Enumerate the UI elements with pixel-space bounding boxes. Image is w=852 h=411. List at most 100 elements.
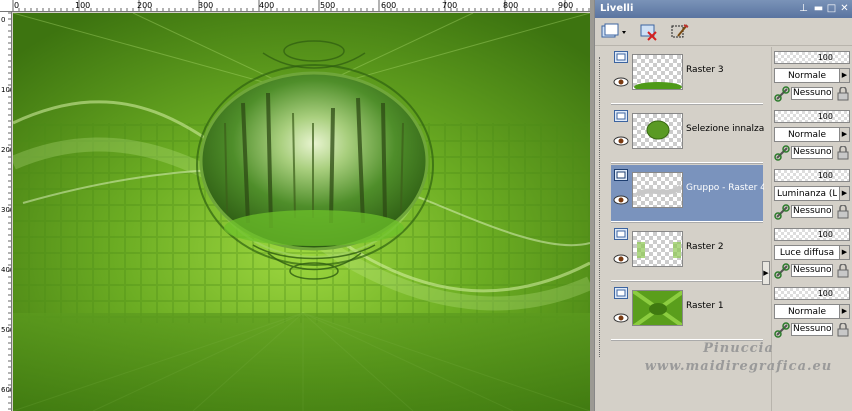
visibility-eye-icon[interactable] [613, 254, 629, 264]
layer-row-gruppo-raster-4[interactable]: Gruppo - Raster 4 [611, 165, 764, 222]
mask-row: Nessuno [774, 322, 850, 338]
vertical-ruler: 0 100 200 300 400 500 600 [0, 12, 12, 411]
edit-selection-icon[interactable] [671, 23, 689, 41]
ruler-label: 400 [259, 1, 274, 10]
layer-props: 100 Luce diffusa ▶ Nessuno [774, 226, 852, 283]
ruler-label: 200 [1, 146, 12, 154]
blend-mode-dropdown[interactable]: Normale ▶ [774, 68, 850, 83]
dropdown-arrow-icon[interactable]: ▶ [839, 69, 849, 82]
ruler-label: 900 [558, 1, 573, 10]
blend-mode-value: Luminanza (L) [777, 189, 837, 199]
link-icon[interactable] [774, 204, 790, 220]
delete-layer-icon[interactable] [640, 23, 658, 41]
layer-name: Gruppo - Raster 4 [686, 183, 764, 193]
ruler-label: 600 [381, 1, 396, 10]
watermark-line2: www.maidiregrafica.eu [644, 359, 833, 374]
blend-mode-dropdown[interactable]: Luminanza (L) ▶ [774, 186, 850, 201]
layer-props: 100 Normale ▶ Nessuno [774, 49, 852, 106]
dropdown-arrow-icon[interactable]: ▶ [839, 246, 849, 259]
visibility-eye-icon[interactable] [613, 313, 629, 323]
blend-mode-value: Normale [787, 130, 827, 140]
palette-titlebar[interactable]: Livelli ⊥ ▬ □ ✕ [595, 0, 852, 18]
ruler-label: 300 [198, 1, 213, 10]
dropdown-arrow-icon[interactable]: ▶ [839, 305, 849, 318]
mask-row: Nessuno [774, 204, 850, 220]
layers-palette: Livelli ⊥ ▬ □ ✕ Raster 3 Selezione innal… [594, 0, 852, 411]
opacity-value: 100 [817, 171, 833, 180]
opacity-slider[interactable]: 100 [774, 287, 850, 300]
link-icon[interactable] [774, 86, 790, 102]
layer-thumbnail [632, 290, 683, 326]
blend-mode-dropdown[interactable]: Luce diffusa ▶ [774, 245, 850, 260]
layer-thumbnail [632, 113, 683, 149]
mask-value: Nessuno [791, 205, 833, 218]
lock-icon[interactable] [836, 264, 850, 278]
blend-mode-value: Luce diffusa [779, 248, 835, 258]
opacity-value: 100 [817, 112, 833, 121]
opacity-slider[interactable]: 100 [774, 51, 850, 64]
opacity-slider[interactable]: 100 [774, 228, 850, 241]
ruler-label: 700 [442, 1, 457, 10]
palette-title: Livelli [600, 3, 634, 14]
canvas-artwork [13, 13, 590, 411]
raster-layer-icon [614, 228, 628, 240]
ruler-label: 500 [320, 1, 335, 10]
layer-props: 100 Luminanza (L) ▶ Nessuno [774, 167, 852, 224]
layer-row-raster-3[interactable]: Raster 3 [611, 47, 763, 104]
link-icon[interactable] [774, 145, 790, 161]
opacity-slider[interactable]: 100 [774, 169, 850, 182]
mask-row: Nessuno [774, 86, 850, 102]
ruler-label: 400 [1, 266, 12, 274]
ruler-label: 200 [137, 1, 152, 10]
blend-mode-value: Normale [787, 71, 827, 81]
visibility-eye-icon[interactable] [613, 136, 629, 146]
dropdown-arrow-icon[interactable]: ▶ [839, 128, 849, 141]
blend-mode-value: Normale [787, 307, 827, 317]
layer-row-raster-2[interactable]: Raster 2 [611, 224, 763, 281]
blend-mode-dropdown[interactable]: Normale ▶ [774, 127, 850, 142]
palette-toolbar [595, 18, 852, 46]
blend-mode-dropdown[interactable]: Normale ▶ [774, 304, 850, 319]
horizontal-ruler-ticks: 0 100 200 300 400 500 600 700 800 900 [12, 0, 590, 11]
group-layer-icon [614, 169, 628, 181]
link-icon[interactable] [774, 322, 790, 338]
opacity-value: 100 [817, 53, 833, 62]
lock-icon[interactable] [836, 205, 850, 219]
layer-props: 100 Normale ▶ Nessuno [774, 285, 852, 342]
layer-row-selezione-innalzata[interactable]: Selezione innalzata [611, 106, 764, 163]
dropdown-arrow-icon[interactable]: ▶ [839, 187, 849, 200]
ruler-label: 300 [1, 206, 12, 214]
layer-name: Raster 1 [686, 301, 724, 311]
raster-layer-icon [614, 110, 628, 122]
layer-thumbnail [632, 172, 683, 208]
raster-layer-icon [614, 51, 628, 63]
mask-value: Nessuno [791, 323, 833, 336]
pin-icon[interactable]: ⊥ [798, 3, 809, 14]
lock-icon[interactable] [836, 323, 850, 337]
mask-value: Nessuno [791, 87, 833, 100]
layer-name: Raster 3 [686, 65, 724, 75]
link-icon[interactable] [774, 263, 790, 279]
minimize-icon[interactable]: ▬ [813, 3, 824, 14]
lock-icon[interactable] [836, 87, 850, 101]
mask-row: Nessuno [774, 145, 850, 161]
new-layer-icon[interactable] [601, 23, 627, 41]
lock-icon[interactable] [836, 146, 850, 160]
ruler-label: 0 [14, 1, 19, 10]
layer-name: Raster 2 [686, 242, 724, 252]
tree-connector [599, 57, 600, 357]
expand-arrow-icon[interactable]: ▶ [762, 261, 770, 285]
maximize-icon[interactable]: □ [826, 3, 837, 14]
visibility-eye-icon[interactable] [613, 77, 629, 87]
horizontal-ruler: 0 100 200 300 400 500 600 700 800 900 [0, 0, 590, 12]
layer-row-raster-1[interactable]: Raster 1 [611, 283, 763, 340]
layer-thumbnail [632, 54, 683, 90]
layer-thumbnail [632, 231, 683, 267]
opacity-value: 100 [817, 289, 833, 298]
close-icon[interactable]: ✕ [839, 3, 850, 14]
opacity-value: 100 [817, 230, 833, 239]
visibility-eye-icon[interactable] [613, 195, 629, 205]
image-canvas[interactable] [13, 13, 590, 411]
opacity-slider[interactable]: 100 [774, 110, 850, 123]
ruler-label: 800 [503, 1, 518, 10]
